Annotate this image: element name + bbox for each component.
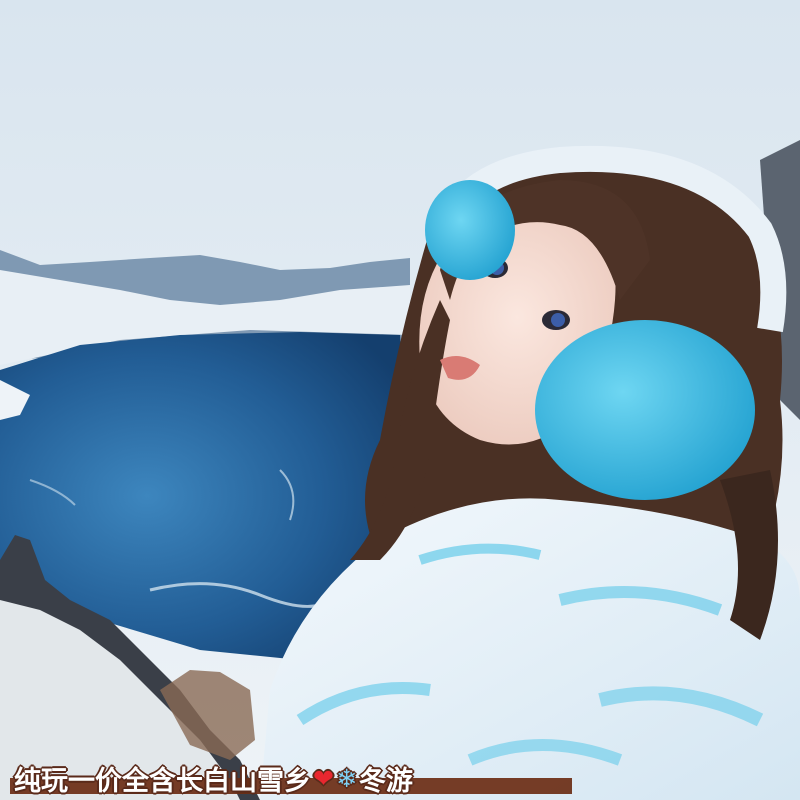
- earmuff-right: [535, 320, 755, 500]
- heart-icon: ❤: [313, 763, 334, 793]
- snowflake-icon: ❄: [335, 763, 357, 793]
- photo-scene: 纯玩一价全含长白山雪乡 ❤ ❄ 冬游: [0, 0, 800, 800]
- caption-end-text: 冬游: [358, 765, 413, 797]
- right-iris: [551, 313, 565, 327]
- scene-illustration: [0, 0, 800, 800]
- caption-overlay: 纯玩一价全含长白山雪乡 ❤ ❄ 冬游: [14, 760, 413, 797]
- caption-main-text: 纯玩一价全含长白山雪乡: [14, 765, 311, 797]
- earmuff-left: [425, 180, 515, 280]
